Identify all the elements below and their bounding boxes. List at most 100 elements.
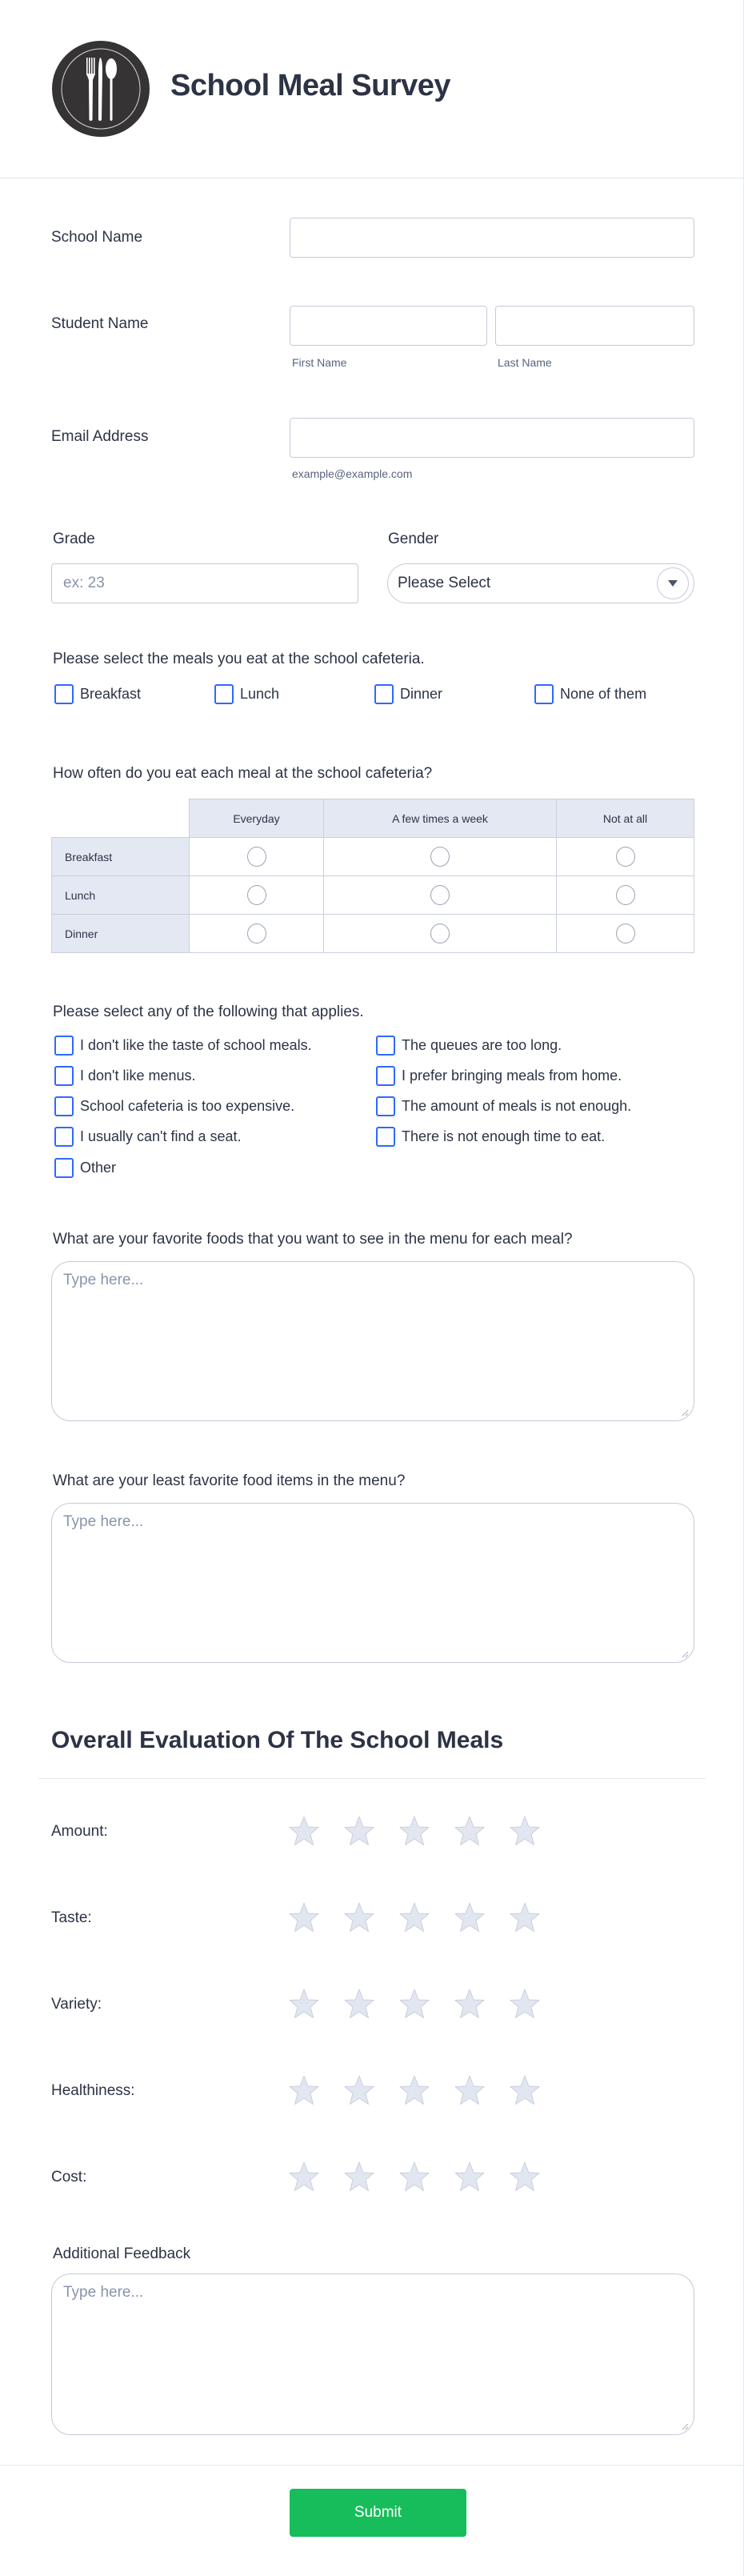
- star-icon[interactable]: [343, 1815, 375, 1847]
- radio-button[interactable]: [615, 923, 635, 943]
- matrix-row: Lunch: [51, 875, 694, 915]
- meal-option-lunch[interactable]: Lunch: [214, 684, 279, 704]
- star-icon[interactable]: [343, 1901, 375, 1933]
- star-icon[interactable]: [509, 2074, 541, 2106]
- radio-button[interactable]: [246, 847, 266, 867]
- matrix-column-header: A few times a week: [323, 799, 557, 838]
- applies-option-other[interactable]: Other: [54, 1158, 116, 1178]
- matrix-corner: [51, 799, 190, 838]
- checkbox[interactable]: [376, 1096, 395, 1116]
- student-name-label: Student Name: [51, 315, 149, 332]
- frequency-question: How often do you eat each meal at the sc…: [53, 765, 433, 782]
- star-icon[interactable]: [454, 2074, 486, 2106]
- feedback-textarea[interactable]: Type here...: [51, 2274, 694, 2435]
- star-icon[interactable]: [454, 2161, 486, 2193]
- star-icon[interactable]: [343, 2074, 375, 2106]
- email-label: Email Address: [51, 428, 149, 445]
- star-icon[interactable]: [398, 1988, 430, 2020]
- checkbox[interactable]: [54, 1036, 74, 1056]
- applies-option[interactable]: There is not enough time to eat.: [376, 1127, 605, 1147]
- applies-option[interactable]: School cafeteria is too expensive.: [54, 1096, 294, 1116]
- favorite-foods-textarea[interactable]: Type here...: [51, 1261, 694, 1421]
- checkbox[interactable]: [54, 1127, 74, 1147]
- radio-button[interactable]: [246, 885, 266, 905]
- section-divider: [38, 1778, 706, 1779]
- checkbox[interactable]: [54, 1096, 74, 1116]
- grade-input[interactable]: ex: 23: [51, 563, 358, 603]
- checkbox[interactable]: [54, 1066, 74, 1086]
- star-icon[interactable]: [454, 1901, 486, 1933]
- meal-option-breakfast[interactable]: Breakfast: [54, 684, 141, 704]
- matrix-column-header: Not at all: [556, 799, 694, 838]
- last-name-input[interactable]: [495, 306, 694, 346]
- matrix-row: Dinner: [51, 914, 694, 953]
- star-icon[interactable]: [288, 1815, 320, 1847]
- least-favorite-textarea[interactable]: Type here...: [51, 1503, 694, 1663]
- radio-button[interactable]: [246, 923, 266, 943]
- gender-label: Gender: [388, 531, 439, 547]
- email-sublabel: example@example.com: [292, 467, 413, 480]
- radio-button[interactable]: [615, 847, 635, 867]
- star-icon[interactable]: [509, 2161, 541, 2193]
- applies-option[interactable]: I don't like menus.: [54, 1066, 196, 1086]
- star-icon[interactable]: [454, 1988, 486, 2020]
- page-title: School Meal Survey: [170, 69, 451, 102]
- radio-button[interactable]: [615, 885, 635, 905]
- star-icon[interactable]: [398, 2161, 430, 2193]
- applies-option[interactable]: The amount of meals is not enough.: [376, 1096, 631, 1116]
- star-rating: [288, 1815, 564, 1847]
- school-name-label: School Name: [51, 229, 143, 246]
- radio-button[interactable]: [430, 847, 450, 867]
- applies-option[interactable]: I usually can't find a seat.: [54, 1127, 242, 1147]
- star-icon[interactable]: [288, 1901, 320, 1933]
- email-input[interactable]: [290, 418, 694, 458]
- checkbox[interactable]: [374, 684, 394, 704]
- applies-option[interactable]: The queues are too long.: [376, 1036, 562, 1056]
- checkbox[interactable]: [54, 1158, 74, 1178]
- star-icon[interactable]: [509, 1988, 541, 2020]
- star-rating: [288, 2074, 564, 2106]
- textarea-placeholder: Type here...: [63, 1272, 144, 1288]
- applies-option[interactable]: I don't like the taste of school meals.: [54, 1036, 312, 1056]
- star-icon[interactable]: [343, 2161, 375, 2193]
- checkbox[interactable]: [376, 1127, 395, 1147]
- star-icon[interactable]: [398, 2074, 430, 2106]
- resize-handle-icon[interactable]: [681, 1408, 689, 1416]
- checkbox[interactable]: [534, 684, 554, 704]
- gender-select[interactable]: Please Select: [387, 563, 694, 603]
- gender-selected-value: Please Select: [398, 575, 491, 591]
- favorite-foods-question: What are your favorite foods that you wa…: [53, 1231, 573, 1248]
- star-icon[interactable]: [509, 1901, 541, 1933]
- star-icon[interactable]: [343, 1988, 375, 2020]
- star-icon[interactable]: [398, 1815, 430, 1847]
- star-icon[interactable]: [454, 1815, 486, 1847]
- star-icon[interactable]: [509, 1815, 541, 1847]
- chevron-down-icon[interactable]: [657, 567, 689, 599]
- first-name-input[interactable]: [290, 306, 487, 346]
- star-icon[interactable]: [288, 2161, 320, 2193]
- checkbox[interactable]: [376, 1036, 395, 1056]
- star-icon[interactable]: [288, 2074, 320, 2106]
- meal-option-dinner[interactable]: Dinner: [374, 684, 442, 704]
- applies-question: Please select any of the following that …: [53, 1004, 364, 1020]
- star-icon[interactable]: [398, 1901, 430, 1933]
- applies-option[interactable]: I prefer bringing meals from home.: [376, 1066, 622, 1086]
- checkbox[interactable]: [214, 684, 234, 704]
- star-rating: [288, 1901, 564, 1933]
- checkbox[interactable]: [54, 684, 74, 704]
- matrix-header-row: Everyday A few times a week Not at all: [51, 799, 694, 838]
- radio-button[interactable]: [430, 885, 450, 905]
- resize-handle-icon[interactable]: [681, 1650, 689, 1658]
- star-rating: [288, 1988, 564, 2020]
- meal-option-none[interactable]: None of them: [534, 684, 646, 704]
- grade-label: Grade: [53, 531, 95, 547]
- rating-label: Variety:: [51, 1996, 102, 2013]
- meals-question: Please select the meals you eat at the s…: [53, 651, 425, 667]
- resize-handle-icon[interactable]: [681, 2422, 689, 2430]
- submit-button[interactable]: Submit: [290, 2489, 466, 2537]
- star-icon[interactable]: [288, 1988, 320, 2020]
- checkbox[interactable]: [376, 1066, 395, 1086]
- school-name-input[interactable]: [290, 218, 694, 258]
- radio-button[interactable]: [430, 923, 450, 943]
- textarea-placeholder: Type here...: [63, 2284, 144, 2301]
